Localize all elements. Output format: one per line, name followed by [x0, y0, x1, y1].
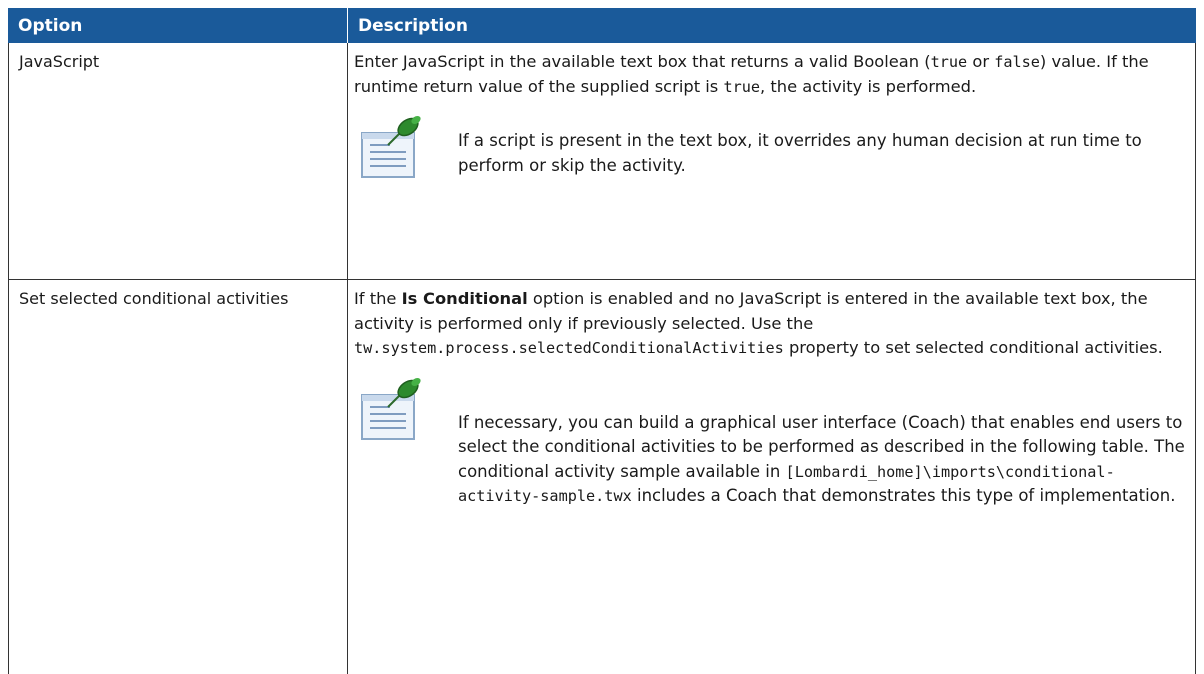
- table-row: JavaScript Enter JavaScript in the avail…: [8, 43, 1196, 280]
- description-cell: If the Is Conditional option is enabled …: [348, 280, 1196, 674]
- note-pushpin-icon: [360, 377, 432, 441]
- note-pushpin-icon: [360, 115, 432, 179]
- table-header: Option Description: [8, 8, 1196, 43]
- note: If a script is present in the text box, …: [354, 115, 1189, 179]
- option-cell: JavaScript: [8, 43, 348, 279]
- description-text: Enter JavaScript in the available text b…: [354, 52, 1149, 96]
- header-option: Option: [8, 8, 348, 43]
- description-cell: Enter JavaScript in the available text b…: [348, 43, 1196, 279]
- description-text: If the Is Conditional option is enabled …: [354, 289, 1163, 357]
- note: If necessary, you can build a graphical …: [354, 377, 1189, 509]
- table-row: Set selected conditional activities If t…: [8, 280, 1196, 674]
- note-text: If a script is present in the text box, …: [458, 131, 1142, 175]
- header-description: Description: [358, 16, 468, 36]
- options-table: Option Description JavaScript Enter Java…: [8, 8, 1196, 674]
- option-cell: Set selected conditional activities: [8, 280, 348, 674]
- note-text: If necessary, you can build a graphical …: [458, 412, 1185, 506]
